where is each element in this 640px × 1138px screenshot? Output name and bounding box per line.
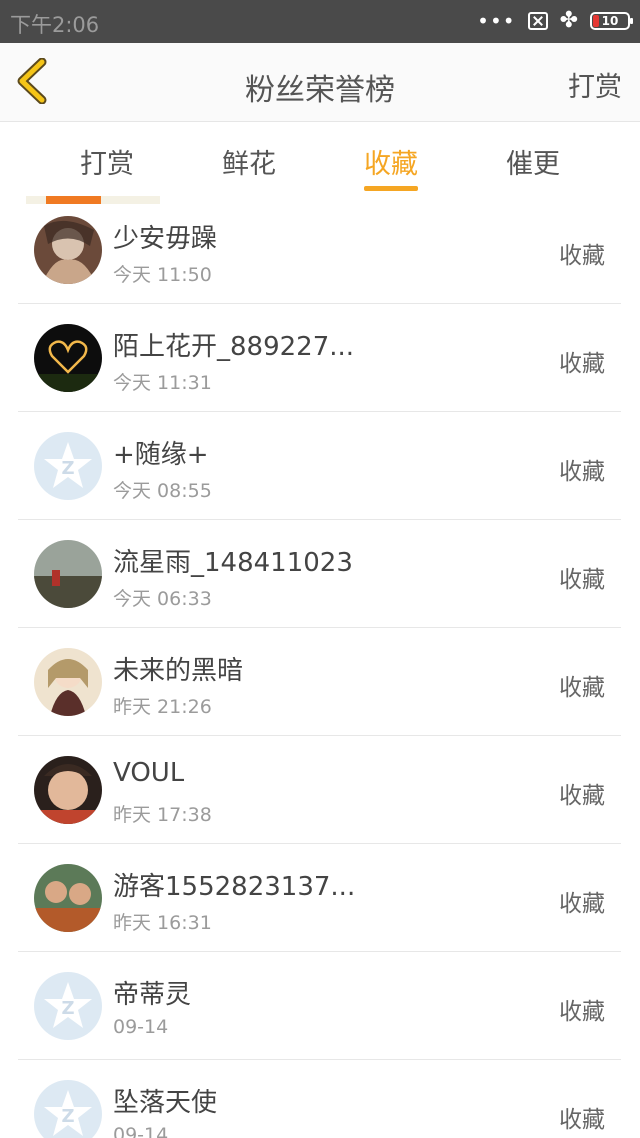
action-label: 收藏 [559,459,605,485]
svg-text:Z: Z [61,458,74,479]
user-name: 帝蒂灵 [113,980,192,1010]
list-item[interactable]: 少安毋躁 今天 11:50 收藏 [18,196,621,304]
tab-favorite-label: 收藏 [364,149,418,180]
avatar-default: Z [34,432,102,500]
action-label: 收藏 [559,675,605,701]
list-item[interactable]: 未来的黑暗 昨天 21:26 收藏 [18,628,621,736]
more-dots-icon: ••• [477,9,516,33]
avatar [34,648,102,716]
battery-icon: 10 [590,12,633,30]
user-name: 游客1552823137... [113,872,356,902]
favorite-time: 今天 06:33 [113,588,212,610]
status-bar: 下午2:06 ••• ✤ 10 [0,0,640,43]
user-name: 陌上花开_889227... [113,332,355,362]
tab-flowers[interactable]: 鲜花 [179,142,319,181]
user-name: +随缘+ [113,440,209,470]
avatar-default: Z [34,1080,102,1138]
battery-level [593,15,599,27]
action-label: 收藏 [559,351,605,377]
avatar [34,756,102,824]
status-icons: ••• ✤ 10 [477,8,633,34]
header-bar: 粉丝荣誉榜 打赏 [0,43,640,122]
status-time: 下午2:06 [10,13,100,37]
action-label: 收藏 [559,891,605,917]
favorite-time: 今天 11:31 [113,372,212,394]
notification-icon [527,12,548,30]
active-tab-indicator [364,186,418,191]
favorite-time: 今天 11:50 [113,264,212,286]
favorite-time: 昨天 17:38 [113,804,212,826]
svg-text:Z: Z [61,1106,74,1127]
avatar [34,216,102,284]
action-label: 收藏 [559,1107,605,1133]
action-label: 收藏 [559,783,605,809]
favorite-time: 09-14 [113,1124,169,1138]
action-label: 收藏 [559,243,605,269]
avatar-default: Z [34,972,102,1040]
list-item[interactable]: 流星雨_148411023 今天 06:33 收藏 [18,520,621,628]
list-item[interactable]: Z 帝蒂灵 09-14 收藏 [18,952,621,1060]
favorite-time: 昨天 21:26 [113,696,212,718]
list-item[interactable]: 游客1552823137... 昨天 16:31 收藏 [18,844,621,952]
svg-text:Z: Z [61,998,74,1019]
action-label: 收藏 [559,999,605,1025]
avatar [34,324,102,392]
tab-urge-update[interactable]: 催更 [463,142,603,181]
tab-reward[interactable]: 打赏 [37,142,177,181]
user-name: 流星雨_148411023 [113,548,353,578]
default-avatar-star-icon: Z [44,1090,92,1136]
user-name: 坠落天使 [113,1088,218,1118]
list-item[interactable]: VOUL 昨天 17:38 收藏 [18,736,621,844]
default-avatar-star-icon: Z [44,442,92,488]
user-name: 未来的黑暗 [113,656,244,686]
action-label: 收藏 [559,567,605,593]
avatar [34,864,102,932]
fan-list[interactable]: 少安毋躁 今天 11:50 收藏 陌上花开_889227... 今天 11:31… [18,196,621,1138]
favorite-time: 昨天 16:31 [113,912,212,934]
list-item[interactable]: 陌上花开_889227... 今天 11:31 收藏 [18,304,621,412]
list-item[interactable]: Z 坠落天使 09-14 收藏 [18,1060,621,1138]
user-name: VOUL [113,758,185,788]
favorite-time: 09-14 [113,1016,169,1038]
reward-button[interactable]: 打赏 [568,65,622,104]
tab-bar: 打赏 鲜花 收藏 催更 [0,122,640,194]
tab-favorite[interactable]: 收藏 [321,142,461,191]
default-avatar-star-icon: Z [44,982,92,1028]
avatar [34,540,102,608]
page-title: 粉丝荣誉榜 [245,73,395,108]
battery-level-text: 10 [601,14,619,28]
clover-icon: ✤ [559,8,578,33]
favorite-time: 今天 08:55 [113,480,212,502]
user-name: 少安毋躁 [113,224,218,254]
list-item[interactable]: Z +随缘+ 今天 08:55 收藏 [18,412,621,520]
